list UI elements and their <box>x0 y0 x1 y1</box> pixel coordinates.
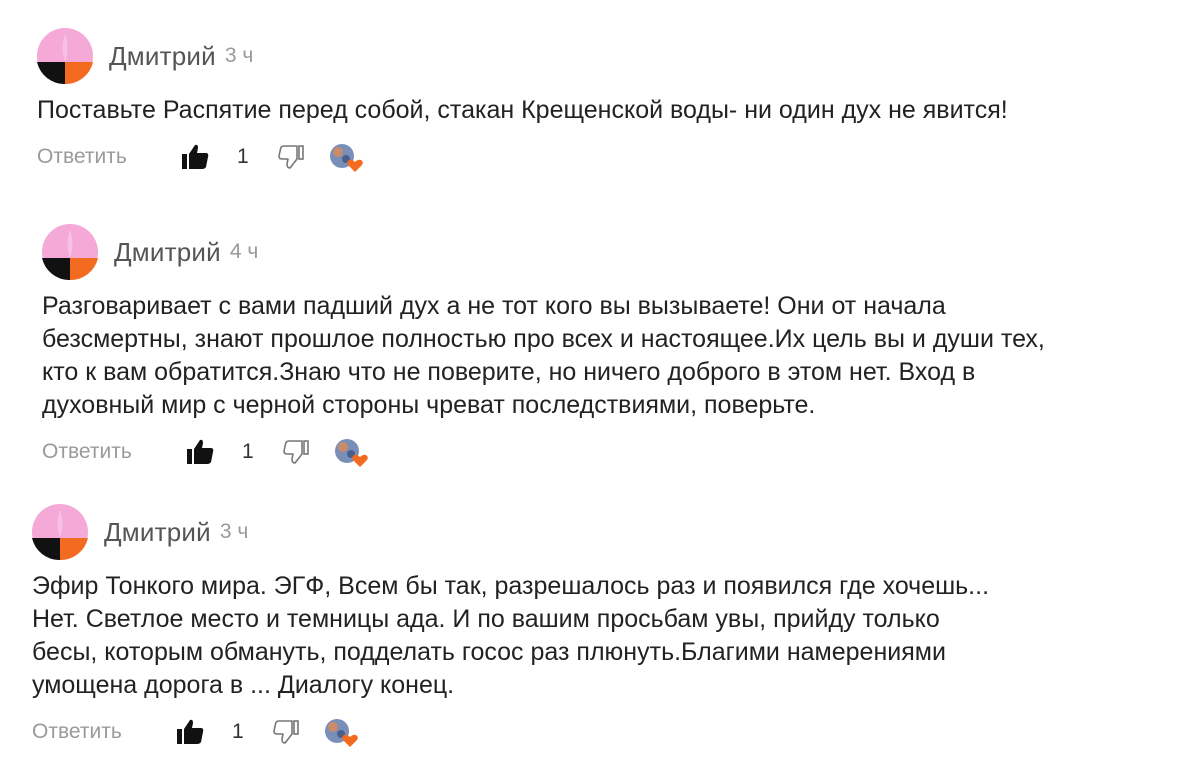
comment-1: Дмитрий 3 ч Поставьте Распятие перед соб… <box>37 28 1008 177</box>
comment-header: Дмитрий 3 ч <box>32 504 989 560</box>
comment-text: Эфир Тонкого мира. ЭГФ, Всем бы так, раз… <box>32 572 990 699</box>
reaction-heart-icon[interactable] <box>322 716 360 748</box>
comment-time: 3 ч <box>219 520 249 543</box>
reply-button[interactable]: Ответить <box>37 145 165 169</box>
like-count: 1 <box>242 440 254 463</box>
comment-header: Дмитрий 3 ч <box>37 28 1008 84</box>
comment-time: 3 ч <box>224 44 254 67</box>
comment-actions: Ответить 1 <box>37 137 1008 177</box>
comment-header: Дмитрий 4 ч <box>42 224 1045 280</box>
reply-button[interactable]: Ответить <box>32 720 160 744</box>
comment-text: Разговаривает с вами падший дух а не тот… <box>42 292 1045 419</box>
thumbs-up-icon[interactable] <box>179 141 211 173</box>
comment-text: Поставьте Распятие перед собой, стакан К… <box>37 96 1008 124</box>
comment-3: Дмитрий 3 ч Эфир Тонкого мира. ЭГФ, Всем… <box>32 504 989 752</box>
thumbs-down-icon[interactable] <box>272 718 300 746</box>
thumbs-up-icon[interactable] <box>184 436 216 468</box>
comment-time: 4 ч <box>229 240 259 263</box>
author-name[interactable]: Дмитрий <box>114 237 221 268</box>
author-name[interactable]: Дмитрий <box>104 517 211 548</box>
thumbs-down-icon[interactable] <box>277 143 305 171</box>
avatar[interactable] <box>42 224 98 280</box>
author-name[interactable]: Дмитрий <box>109 41 216 72</box>
like-count: 1 <box>232 720 244 743</box>
avatar[interactable] <box>32 504 88 560</box>
thumbs-up-icon[interactable] <box>174 716 206 748</box>
avatar[interactable] <box>37 28 93 84</box>
reaction-heart-icon[interactable] <box>327 141 365 173</box>
comment-actions: Ответить 1 <box>42 432 1045 472</box>
reaction-heart-icon[interactable] <box>332 436 370 468</box>
comment-2: Дмитрий 4 ч Разговаривает с вами падший … <box>42 224 1045 472</box>
comment-actions: Ответить 1 <box>32 712 989 752</box>
like-count: 1 <box>237 145 249 168</box>
thumbs-down-icon[interactable] <box>282 438 310 466</box>
reply-button[interactable]: Ответить <box>42 440 170 464</box>
